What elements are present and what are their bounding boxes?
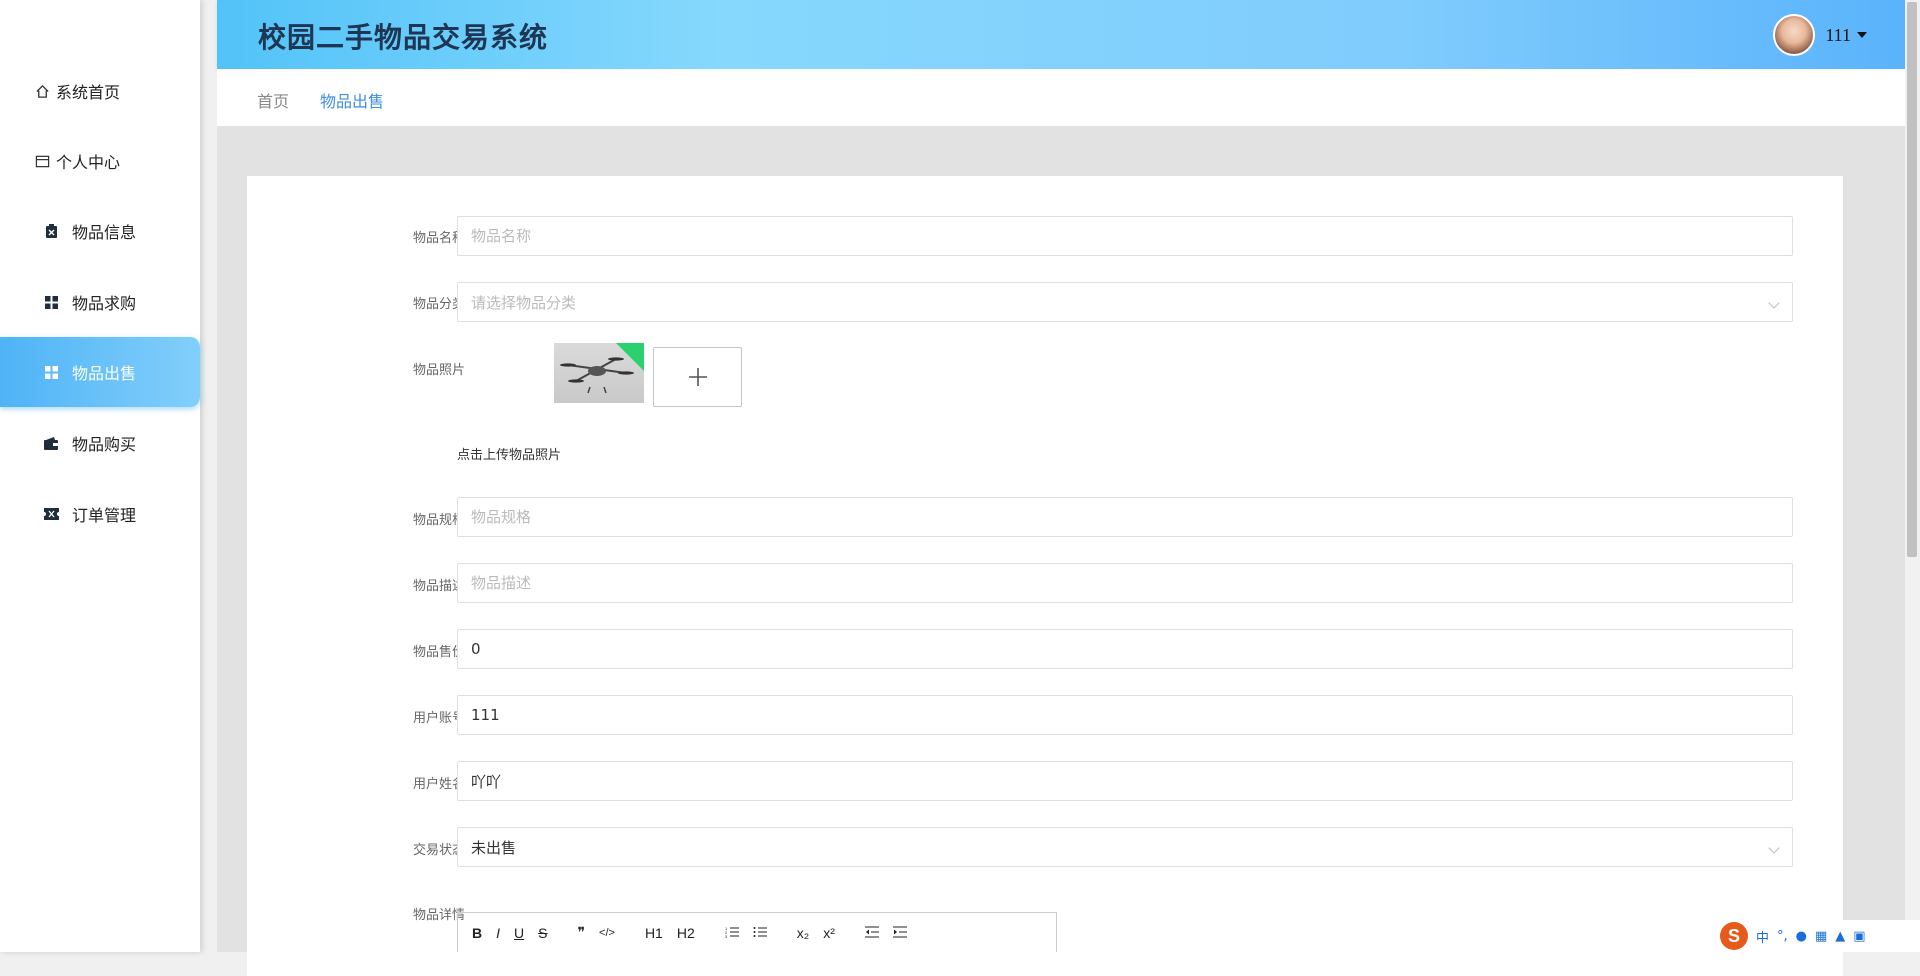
bold-button[interactable]: B [472,925,482,941]
sidebar-item-item-info[interactable]: 物品信息 [0,196,200,266]
user-name[interactable]: 111 [1825,25,1851,46]
sidebar-item-label: 物品求购 [72,294,137,313]
app-title: 校园二手物品交易系统 [258,21,549,54]
status-select[interactable]: 未出售 [457,827,1793,867]
category-select[interactable]: 请选择物品分类 [457,282,1793,322]
bullet-list-icon[interactable] [753,925,767,941]
spec-input[interactable] [471,508,1792,526]
main-area: 校园二手物品交易系统 111 首页 物品出售 物品名称 物品分类 请选择物品分类… [217,0,1905,976]
top-header: 校园二手物品交易系统 111 [217,0,1905,69]
wallet-icon [43,435,59,451]
sidebar-item-item-buy[interactable]: 物品购买 [0,408,200,478]
account-field-wrapper [457,695,1793,735]
price-input[interactable] [471,640,1792,658]
user-menu[interactable]: 111 [1773,14,1867,56]
sidebar: 系统首页 个人中心 物品信息 物品求购 物品出售 物品购买 订单管理 [0,0,200,952]
toolbox-icon[interactable]: ▣ [1853,929,1865,944]
indent-icon[interactable] [892,925,907,941]
price-field-wrapper [457,629,1793,669]
sidebar-item-label: 个人中心 [56,153,121,172]
home-icon [34,83,50,99]
h2-button[interactable]: H2 [677,925,695,941]
upload-hint: 点击上传物品照片 [457,448,562,463]
page-scrollbar[interactable] [1905,0,1919,952]
ordered-list-icon[interactable]: 123 [725,925,739,941]
svg-text:3: 3 [725,934,728,938]
scrollbar-thumb[interactable] [1907,2,1917,557]
spec-field-wrapper [457,497,1793,537]
rich-text-toolbar: B I U S ❞ </> H1 H2 123 x₂ x² [457,912,1057,952]
sidebar-item-label: 系统首页 [56,83,121,102]
ime-language[interactable]: 中 [1756,927,1769,946]
sidebar-item-label: 物品信息 [72,223,137,242]
name-field-wrapper [457,216,1793,256]
sidebar-item-label: 物品购买 [72,435,137,454]
italic-button[interactable]: I [496,925,500,941]
username-input[interactable] [471,772,1792,790]
microphone-icon[interactable]: ● [1796,929,1807,944]
desc-input[interactable] [471,574,1792,592]
superscript-button[interactable]: x² [823,925,835,941]
breadcrumb-current: 物品出售 [320,92,385,111]
outdent-icon[interactable] [864,925,879,941]
sidebar-item-label: 订单管理 [72,506,137,525]
ime-toolbar[interactable]: S 中 °, ● ▦ ▲ ▣ [1716,920,1920,952]
avatar[interactable] [1773,14,1816,56]
chevron-down-icon [1768,297,1780,309]
sogou-logo-icon[interactable]: S [1720,922,1748,950]
photo-label: 物品照片 [412,363,465,378]
keyboard-icon[interactable]: ▦ [1815,929,1827,944]
form-card: 物品名称 物品分类 请选择物品分类 物品照片 [247,176,1843,976]
name-input[interactable] [471,227,1792,245]
underline-button[interactable]: U [514,925,524,941]
plus-icon [688,368,707,386]
sidebar-item-home[interactable]: 系统首页 [0,56,200,126]
strike-button[interactable]: S [538,925,547,941]
status-value: 未出售 [471,838,517,857]
punctuation-icon[interactable]: °, [1777,929,1788,944]
chevron-down-icon [1768,842,1780,854]
id-card-icon [34,153,50,169]
code-button[interactable]: </> [599,927,615,939]
category-placeholder: 请选择物品分类 [471,293,577,312]
breadcrumb: 首页 物品出售 [217,69,1905,126]
upload-button[interactable] [653,347,742,407]
quote-button[interactable]: ❞ [577,924,585,941]
breadcrumb-home[interactable]: 首页 [257,88,289,112]
grid-icon [43,294,59,310]
clipboard-icon [43,223,59,239]
account-input[interactable] [471,706,1792,724]
sidebar-item-item-request[interactable]: 物品求购 [0,267,200,337]
grid-icon [43,364,59,380]
skin-icon[interactable]: ▲ [1835,929,1845,944]
sidebar-item-orders[interactable]: 订单管理 [0,479,200,549]
caret-down-icon[interactable] [1857,32,1867,38]
h1-button[interactable]: H1 [645,925,663,941]
ticket-icon [43,506,59,522]
username-field-wrapper [457,761,1793,801]
sidebar-item-item-sale[interactable]: 物品出售 [0,337,200,407]
sidebar-item-label: 物品出售 [72,364,137,383]
upload-success-marker [616,343,644,371]
photo-thumbnail[interactable] [554,343,644,403]
sidebar-item-profile[interactable]: 个人中心 [0,126,200,196]
subscript-button[interactable]: x₂ [797,925,809,941]
desc-field-wrapper [457,563,1793,603]
